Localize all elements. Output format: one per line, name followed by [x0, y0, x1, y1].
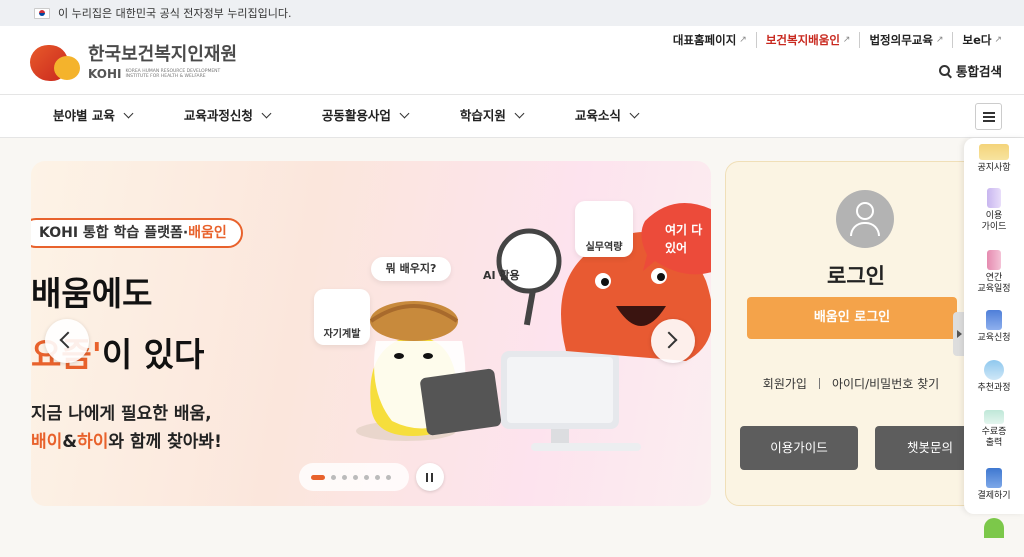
banner-prev-button[interactable] [45, 319, 89, 363]
find-account-link[interactable]: 아이디/비밀번호 찾기 [832, 377, 939, 391]
quick-item-notice[interactable]: 공지사항 [964, 144, 1024, 174]
tag-self-development: 자기계발 [314, 289, 370, 345]
quick-item-user-guide[interactable]: 이용 가이드 [964, 188, 1024, 233]
character-icon [984, 518, 1004, 538]
application-icon [986, 310, 1002, 330]
main-nav: 분야별 교육 교육과정신청 공동활용사업 학습지원 교육소식 [0, 94, 1024, 138]
nav-item-shared-projects[interactable]: 공동활용사업 [322, 95, 410, 137]
chevron-down-icon [261, 108, 272, 119]
pagination-dot[interactable] [331, 474, 336, 480]
user-avatar-icon [836, 190, 894, 248]
external-link-icon: ↗ [994, 35, 1002, 45]
pagination-dot[interactable] [311, 474, 325, 480]
header: 한국보건복지인재원 KOHI KOREA HUMAN RESOURCE DEVEL… [0, 26, 1024, 94]
external-link-icon: ↗ [739, 35, 747, 45]
search-icon [938, 65, 950, 76]
pagination-dot[interactable] [386, 474, 391, 480]
search-label: 통합검색 [955, 64, 1002, 79]
chevron-down-icon [514, 108, 525, 119]
chevron-down-icon [123, 108, 134, 119]
korea-flag-icon [34, 7, 50, 19]
login-links: 회원가입 아이디/비밀번호 찾기 [726, 375, 976, 392]
quick-item-payment[interactable]: 결제하기 [964, 468, 1024, 502]
chevron-down-icon [399, 108, 410, 119]
chevron-down-icon [629, 108, 640, 119]
util-link-baeumin[interactable]: 보건복지배움인 ↗ [757, 32, 861, 48]
site-logo[interactable]: 한국보건복지인재원 KOHI KOREA HUMAN RESOURCE DEVEL… [30, 40, 237, 81]
util-link-main-homepage[interactable]: 대표홈페이지 ↗ [664, 32, 757, 48]
signup-link[interactable]: 회원가입 [763, 377, 807, 391]
utility-links: 대표홈페이지 ↗ 보건복지배움인 ↗ 법정의무교육 ↗ 보e다 ↗ [664, 32, 1002, 48]
nav-item-education-news[interactable]: 교육소식 [575, 95, 640, 137]
tag-practical-skill: 실무역량 [575, 201, 633, 257]
banner-pagination [299, 463, 409, 491]
pagination-dot[interactable] [375, 474, 380, 480]
external-link-icon: ↗ [842, 35, 851, 45]
quick-item-recommended[interactable]: 추천과정 [964, 360, 1024, 394]
tag-all-here: 여기 다 있어 [665, 223, 703, 255]
login-panel: 로그인 배움인 로그인 회원가입 아이디/비밀번호 찾기 이용가이드 챗봇문의 [725, 161, 985, 506]
quick-menu: 공지사항 이용 가이드 연간 교육일정 교육신청 추천과정 수료증 출력 결제하… [964, 138, 1024, 538]
logo-korean-name: 한국보건복지인재원 [88, 44, 238, 65]
user-guide-button[interactable]: 이용가이드 [740, 426, 858, 470]
thumbs-up-icon [984, 360, 1004, 380]
pagination-dot[interactable] [364, 474, 369, 480]
tag-what-to-learn: 뭐 배우지? [371, 257, 451, 281]
banner-next-button[interactable] [651, 319, 695, 363]
certificate-icon [984, 410, 1004, 424]
pagination-dot[interactable] [353, 474, 358, 480]
menu-icon[interactable] [975, 103, 1002, 130]
hero-banner[interactable]: KOHI 통합 학습 플랫폼·배움인 배움에도 요즘'이 있다 지금 나에게 필… [31, 161, 711, 506]
tag-ai-use: AI 활용 [483, 269, 520, 282]
quick-item-more[interactable] [964, 518, 1024, 541]
quick-item-course-apply[interactable]: 교육신청 [964, 310, 1024, 344]
calendar-icon [987, 250, 1001, 270]
gov-banner-text: 이 누리집은 대한민국 공식 전자정부 누리집입니다. [58, 7, 292, 20]
logo-english-name: KOREA HUMAN RESOURCE DEVELOPMENT INSTITU… [125, 69, 221, 79]
payment-icon [986, 468, 1002, 488]
gov-banner: 이 누리집은 대한민국 공식 전자정부 누리집입니다. [0, 0, 1024, 26]
kohi-logo-icon [30, 42, 82, 81]
notice-icon [979, 144, 1009, 160]
chevron-right-icon [660, 331, 678, 349]
nav-item-field-education[interactable]: 분야별 교육 [53, 95, 134, 137]
util-link-mandatory-edu[interactable]: 법정의무교육 ↗ [860, 32, 954, 48]
pagination-dot[interactable] [342, 474, 347, 480]
quick-item-annual-schedule[interactable]: 연간 교육일정 [964, 250, 1024, 295]
nav-item-learning-support[interactable]: 학습지원 [460, 95, 525, 137]
external-link-icon: ↗ [935, 35, 944, 45]
nav-item-course-application[interactable]: 교육과정신청 [184, 95, 272, 137]
login-title: 로그인 [827, 264, 885, 288]
pause-button[interactable] [416, 463, 444, 491]
quick-item-certificate[interactable]: 수료증 출력 [964, 410, 1024, 449]
baeumin-login-button[interactable]: 배움인 로그인 [747, 297, 957, 339]
integrated-search-button[interactable]: 통합검색 [938, 61, 1002, 80]
chevron-left-icon [59, 331, 77, 349]
util-link-boeda[interactable]: 보e다 ↗ [953, 32, 1002, 48]
logo-abbr: KOHI [88, 67, 122, 81]
guide-book-icon [987, 188, 1001, 208]
